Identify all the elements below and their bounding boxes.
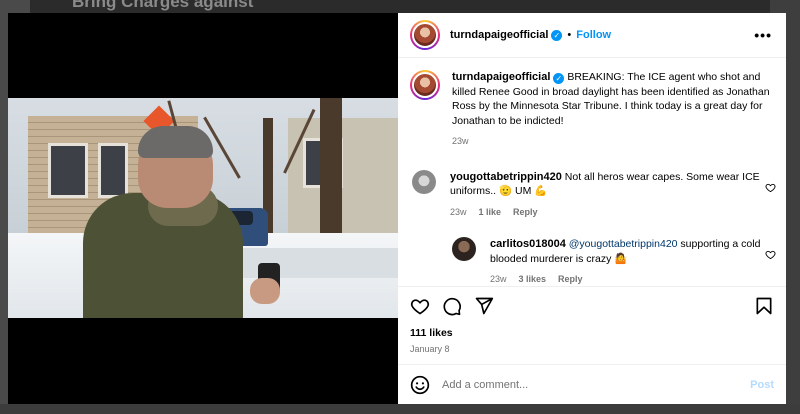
author-username[interactable]: turndapaigeofficial [450, 29, 548, 41]
comment-input[interactable] [442, 378, 751, 391]
video-person-hair [138, 126, 213, 158]
comment-body: yougottabetrippin420 Not all heros wear … [450, 170, 772, 220]
comment-time[interactable]: 23w [450, 205, 467, 220]
like-comment-heart-icon[interactable] [765, 249, 776, 260]
post-media[interactable] [8, 13, 398, 404]
avatar-image [412, 22, 438, 48]
comment-icon[interactable] [442, 296, 462, 316]
separator-dot: • [567, 29, 572, 41]
video-road [218, 248, 398, 278]
more-options-icon[interactable]: ••• [754, 27, 772, 43]
video-window [98, 143, 128, 198]
verified-badge-icon: ✓ [551, 29, 563, 41]
comment-likes[interactable]: 3 likes [519, 272, 547, 286]
caption-meta: 23w [452, 134, 772, 149]
comment-time[interactable]: 23w [490, 272, 507, 286]
share-icon[interactable] [474, 296, 494, 316]
video-hand [250, 278, 280, 304]
bookmark-icon[interactable] [754, 296, 774, 316]
comment-meta: 23w 1 like Reply [450, 205, 772, 220]
comment-meta: 23w 3 likes Reply [490, 272, 772, 286]
comment-mention[interactable]: @yougottabetrippin420 [569, 238, 678, 250]
caption-avatar[interactable] [410, 70, 440, 100]
post-modal: turndapaigeofficial ✓ • Follow ••• turnd… [8, 13, 786, 404]
post-side-panel: turndapaigeofficial ✓ • Follow ••• turnd… [398, 13, 786, 404]
avatar-image [412, 72, 438, 98]
comment-username[interactable]: carlitos018004 [490, 238, 566, 250]
post-video[interactable] [8, 98, 398, 318]
author-avatar[interactable] [410, 20, 440, 50]
heart-icon[interactable] [410, 296, 430, 316]
caption-time[interactable]: 23w [452, 134, 469, 149]
caption-username[interactable]: turndapaigeofficial [452, 71, 550, 83]
verified-badge-icon: ✓ [553, 73, 565, 84]
post-header: turndapaigeofficial ✓ • Follow ••• [398, 13, 786, 58]
caption-body: turndapaigeofficial ✓ BREAKING: The ICE a… [452, 70, 772, 149]
reply-button[interactable]: Reply [513, 205, 538, 220]
like-comment-heart-icon[interactable] [765, 182, 776, 193]
post-date[interactable]: January 8 [398, 339, 786, 364]
follow-button[interactable]: Follow [576, 29, 611, 41]
comment-body: carlitos018004 @yougottabetrippin420 sup… [490, 237, 772, 286]
reply-button[interactable]: Reply [558, 272, 583, 286]
caption: turndapaigeofficial ✓ BREAKING: The ICE a… [410, 70, 772, 149]
comment-username[interactable]: yougottabetrippin420 [450, 171, 562, 183]
smiley-icon[interactable] [410, 375, 430, 395]
comment-composer: Post [398, 364, 786, 404]
post-button[interactable]: Post [750, 379, 774, 391]
post-actions [398, 286, 786, 324]
commenter-avatar[interactable] [452, 237, 476, 261]
comment-reply: carlitos018004 @yougottabetrippin420 sup… [452, 237, 776, 286]
comments-section: turndapaigeofficial ✓ BREAKING: The ICE a… [398, 58, 786, 286]
background-strip [0, 404, 800, 414]
comment-likes[interactable]: 1 like [479, 205, 502, 220]
comment: yougottabetrippin420 Not all heros wear … [410, 169, 776, 220]
background-title: Bring Charges against [72, 0, 254, 11]
video-window [48, 143, 88, 198]
likes-count[interactable]: 111 likes [398, 324, 786, 339]
commenter-avatar[interactable] [412, 169, 436, 194]
